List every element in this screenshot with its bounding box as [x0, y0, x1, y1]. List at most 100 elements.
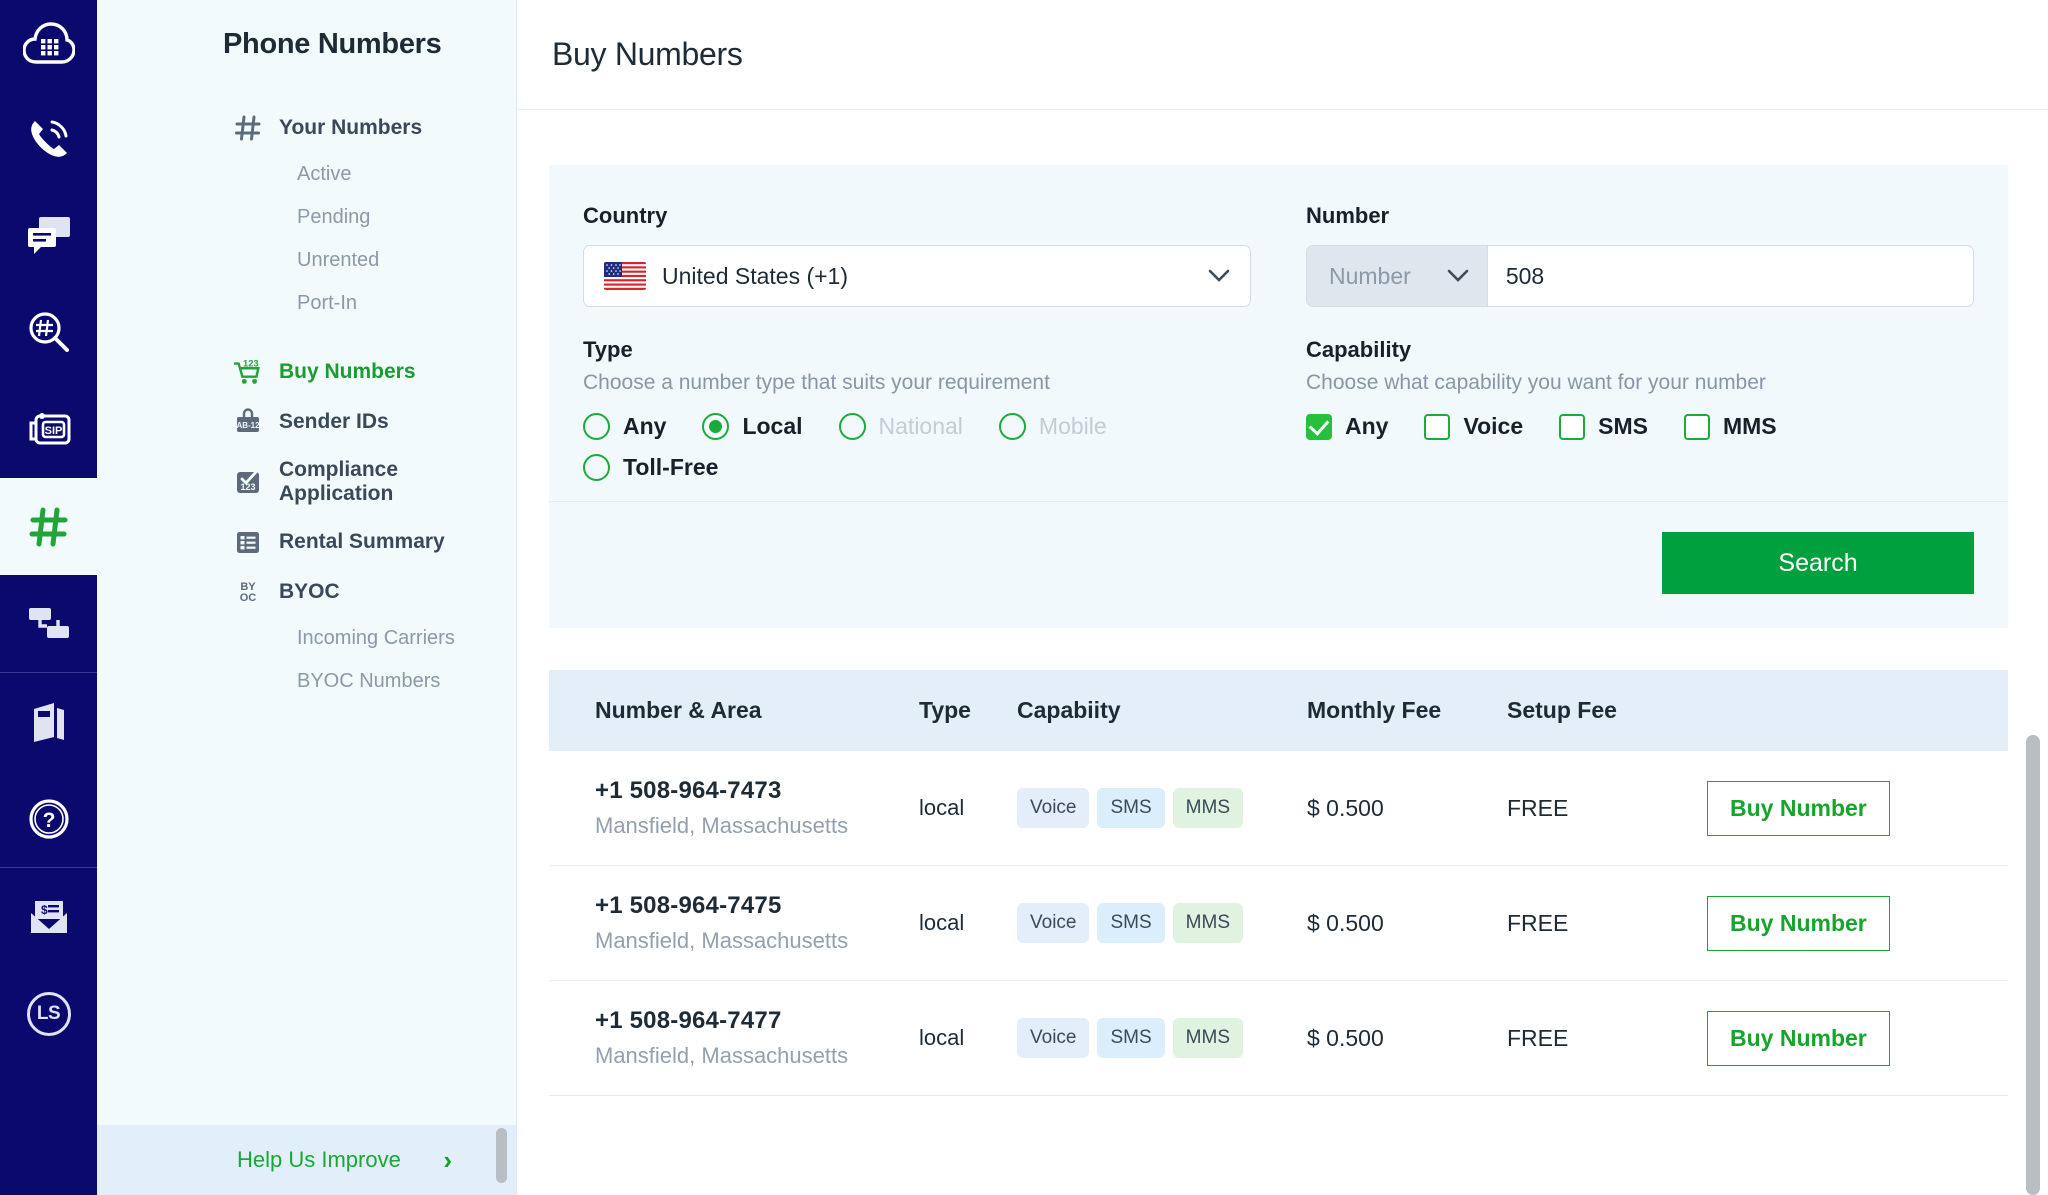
svg-text:$: $ — [41, 903, 48, 917]
type-radio-group-row2: Toll-Free — [583, 454, 1251, 495]
type-option-label: Mobile — [1038, 413, 1107, 439]
chevron-down-icon — [1208, 267, 1230, 286]
sidebar-subitem-pending[interactable]: Pending — [97, 196, 516, 239]
results-table-wrapper: Number & Area Type Capabiity Monthly Fee… — [549, 670, 2008, 1096]
sidebar-subitem-unrented[interactable]: Unrented — [97, 239, 516, 282]
capability-chips: Voice SMS MMS — [1017, 1018, 1307, 1058]
checkbox-icon — [1424, 413, 1451, 440]
country-label: Country — [583, 203, 668, 228]
flows-icon[interactable] — [0, 575, 97, 672]
row-type: local — [919, 795, 965, 820]
column-action — [1707, 670, 2008, 751]
row-type: local — [919, 1025, 965, 1050]
capability-chips: Voice SMS MMS — [1017, 788, 1307, 828]
phone-numbers-icon[interactable] — [0, 478, 97, 575]
cell-setup-fee: FREE — [1507, 981, 1707, 1096]
main-scrollbar[interactable] — [2026, 735, 2040, 1195]
docs-icon[interactable] — [0, 673, 97, 770]
type-option-any[interactable]: Any — [583, 413, 666, 440]
billing-icon[interactable]: $ — [0, 868, 97, 965]
sidebar-item-rental-summary[interactable]: Rental Summary — [97, 517, 516, 567]
capability-option-label: Voice — [1463, 413, 1524, 439]
help-us-improve-button[interactable]: Help Us Improve › — [97, 1125, 516, 1195]
number-mode-value: Number — [1329, 262, 1411, 289]
number-mode-select[interactable]: Number — [1307, 246, 1488, 306]
sidebar-item-buy-numbers[interactable]: 123 Buy Numbers — [97, 347, 516, 397]
cell-monthly-fee: $ 0.500 — [1307, 751, 1507, 866]
cell-number-area: +1 508-964-7473 Mansfield, Massachusetts — [549, 751, 919, 866]
cell-capability: Voice SMS MMS — [1017, 751, 1307, 866]
buy-number-button[interactable]: Buy Number — [1707, 780, 1890, 836]
cart-123-icon: 123 — [233, 358, 263, 386]
radio-icon — [998, 413, 1026, 440]
us-flag-icon — [604, 262, 646, 290]
type-label: Type — [583, 337, 633, 362]
filters-footer: Search — [549, 501, 2008, 628]
capability-option-sms[interactable]: SMS — [1559, 413, 1648, 440]
row-monthly-fee: $ 0.500 — [1307, 909, 1384, 936]
messaging-icon[interactable] — [0, 187, 97, 284]
cell-number-area: +1 508-964-7477 Mansfield, Massachusetts — [549, 981, 919, 1096]
cell-action: Buy Number — [1707, 866, 2008, 981]
capability-checkbox-group: Any Voice SMS MMS — [1306, 413, 1974, 454]
country-select[interactable]: United States (+1) — [583, 245, 1251, 307]
row-number: +1 508-964-7477 — [595, 1007, 782, 1034]
table-header-row: Number & Area Type Capabiity Monthly Fee… — [549, 670, 2008, 751]
svg-text:SIP: SIP — [44, 425, 62, 437]
filters-body: Country United States (+1) Type Choose a… — [549, 165, 2008, 501]
type-option-mobile[interactable]: Mobile — [998, 413, 1107, 440]
cloud-logo-icon[interactable] — [0, 0, 97, 90]
cell-type: local — [919, 981, 1017, 1096]
capability-option-label: MMS — [1722, 413, 1777, 439]
country-selected-value: United States (+1) — [662, 262, 849, 289]
column-type: Type — [919, 670, 1017, 751]
radio-icon — [838, 413, 866, 440]
buy-number-button[interactable]: Buy Number — [1707, 895, 1890, 951]
sidebar-subitem-incoming-carriers[interactable]: Incoming Carriers — [97, 617, 516, 660]
capability-option-mms[interactable]: MMS — [1683, 413, 1777, 440]
radio-selected-icon — [702, 413, 730, 440]
row-number: +1 508-964-7475 — [595, 892, 782, 919]
page-header: Buy Numbers — [517, 0, 2048, 110]
sidebar-item-label: BYOC — [279, 580, 340, 603]
capability-option-any[interactable]: Any — [1306, 413, 1388, 440]
svg-text:123: 123 — [240, 482, 255, 492]
row-setup-fee: FREE — [1507, 794, 1569, 821]
sidebar-item-your-numbers[interactable]: Your Numbers — [97, 103, 516, 153]
results-table-head: Number & Area Type Capabiity Monthly Fee… — [549, 670, 2008, 751]
chevron-right-icon: › — [443, 1145, 452, 1175]
sidebar-item-byoc[interactable]: BY OC BYOC — [97, 567, 516, 617]
capability-option-voice[interactable]: Voice — [1424, 413, 1523, 440]
sidebar-item-compliance-application[interactable]: 123 Compliance Application — [97, 447, 516, 517]
sidebar-subitem-active[interactable]: Active — [97, 153, 516, 196]
avatar[interactable]: LS — [0, 965, 97, 1062]
cell-monthly-fee: $ 0.500 — [1307, 981, 1507, 1096]
cell-type: local — [919, 751, 1017, 866]
help-icon[interactable]: ? — [0, 770, 97, 867]
chip-sms: SMS — [1097, 788, 1165, 828]
chip-sms: SMS — [1097, 903, 1165, 943]
type-option-toll-free[interactable]: Toll-Free — [583, 454, 718, 481]
number-search-input[interactable] — [1487, 246, 1973, 306]
capability-label: Capability — [1306, 337, 1412, 362]
sidebar-subitem-port-in[interactable]: Port-In — [97, 282, 516, 325]
type-option-national[interactable]: National — [838, 413, 963, 440]
svg-text:?: ? — [42, 809, 55, 832]
rental-summary-icon — [233, 528, 263, 556]
sidebar-item-sender-ids[interactable]: AB-12 Sender IDs — [97, 397, 516, 447]
results-table: Number & Area Type Capabiity Monthly Fee… — [549, 670, 2008, 1096]
sidebar-scrollbar[interactable] — [496, 1128, 507, 1183]
cell-setup-fee: FREE — [1507, 866, 1707, 981]
search-filters-panel: Country United States (+1) Type Choose a… — [549, 165, 2008, 628]
type-radio-group: Any Local National Mobile — [583, 413, 1251, 454]
sidebar-subitem-byoc-numbers[interactable]: BYOC Numbers — [97, 660, 516, 703]
sip-icon[interactable]: SIP — [0, 381, 97, 478]
search-button[interactable]: Search — [1662, 532, 1974, 594]
cell-monthly-fee: $ 0.500 — [1307, 866, 1507, 981]
type-option-local[interactable]: Local — [702, 413, 803, 440]
number-lookup-icon[interactable] — [0, 284, 97, 381]
type-option-label: Any — [623, 413, 667, 439]
buy-number-button[interactable]: Buy Number — [1707, 1010, 1890, 1066]
voice-icon[interactable] — [0, 90, 97, 187]
